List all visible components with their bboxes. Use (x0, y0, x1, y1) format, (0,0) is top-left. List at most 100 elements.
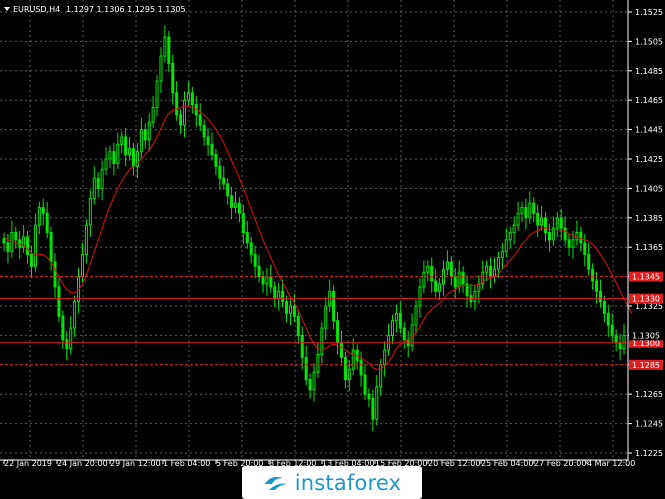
candle-body (571, 239, 575, 248)
candle-body (332, 290, 336, 322)
candle-body (430, 265, 434, 282)
candle-body (230, 195, 234, 209)
candle-body (6, 242, 10, 253)
candle-body (257, 265, 261, 278)
candle-body (398, 312, 402, 329)
candle-body (536, 212, 540, 226)
candle-body (304, 356, 308, 381)
ohlc-values: 1.1297 1.1306 1.1295 1.1305 (66, 5, 186, 14)
candle-body (394, 312, 398, 322)
price-chart[interactable]: 1.1525 1.1505 1.1485 1.1465 1.1445 1.1425 1.14… (0, 0, 665, 499)
y-tick-label: 1.1365 (635, 243, 663, 252)
candle-body (245, 232, 249, 244)
candle-body (547, 232, 551, 241)
y-tick-label: 1.1525 (635, 8, 663, 17)
candle-body (29, 254, 33, 267)
candle-body (438, 283, 442, 292)
candle-body (308, 379, 312, 391)
level-price-label: 1.1285 (632, 361, 660, 370)
candle-body (265, 276, 269, 285)
candle-body (151, 107, 155, 123)
candle-body (218, 165, 222, 179)
candle-body (512, 224, 516, 233)
candle-body (14, 232, 18, 241)
candle-body (555, 217, 559, 229)
candle-body (540, 217, 544, 226)
candle-body (402, 327, 406, 341)
candle-body (49, 232, 53, 263)
candle-body (69, 327, 73, 350)
candle-body (234, 202, 238, 209)
candle-body (273, 286, 277, 300)
candle-body (524, 207, 528, 219)
x-tick-label: 1 Feb 04:00 (163, 459, 210, 468)
candle-body (312, 371, 316, 391)
chart-background (0, 0, 665, 499)
candle-body (598, 290, 602, 303)
candle-body (485, 265, 489, 273)
candle-body (504, 239, 508, 253)
candle-body (116, 143, 120, 164)
candle-body (147, 121, 151, 141)
candle-body (80, 254, 84, 278)
candle-body (92, 177, 96, 200)
candle-body (383, 349, 387, 366)
candle-body (45, 212, 49, 233)
candle-body (618, 342, 622, 350)
candle-body (544, 217, 548, 234)
candle-body (190, 92, 194, 106)
candle-body (563, 227, 567, 241)
candle-body (261, 276, 265, 285)
candle-body (222, 177, 226, 185)
candle-body (100, 168, 104, 189)
x-tick-label: 22 Jan 2019 (4, 459, 52, 468)
candle-body (128, 148, 132, 156)
candle-body (73, 301, 77, 329)
candle-body (347, 368, 351, 380)
x-tick-label: 24 Jan 20:00 (57, 459, 108, 468)
watermark-badge: instaforex (242, 466, 422, 499)
candle-body (253, 254, 257, 267)
candle-body (26, 236, 30, 256)
candle-body (567, 239, 571, 248)
candle-body (559, 217, 563, 229)
candle-body (88, 198, 92, 226)
candle-body (281, 290, 285, 303)
candle-body (591, 268, 595, 282)
candle-body (359, 359, 363, 376)
candle-body (57, 286, 61, 317)
candle-body (112, 151, 116, 164)
y-tick-label: 1.1385 (635, 214, 663, 223)
candle-body (595, 280, 599, 292)
candle-body (477, 283, 481, 292)
candle-body (445, 261, 449, 270)
candle-body (171, 62, 175, 94)
candle-body (124, 136, 128, 156)
candle-body (375, 386, 379, 420)
y-tick-label: 1.1425 (635, 155, 663, 164)
x-tick-label: 4 Mar 12:00 (587, 459, 635, 468)
candle-body (363, 374, 367, 395)
candle-body (41, 207, 45, 214)
candle-body (606, 312, 610, 326)
candle-body (367, 393, 371, 400)
candle-body (324, 305, 328, 329)
candle-body (418, 286, 422, 307)
y-tick-label: 1.1445 (635, 126, 663, 135)
candle-body (496, 256, 500, 270)
candle-body (449, 261, 453, 278)
candle-body (37, 207, 41, 226)
candle-body (622, 334, 626, 350)
candle-body (296, 315, 300, 336)
candle-body (179, 114, 183, 126)
y-tick-label: 1.1245 (635, 420, 663, 429)
candle-body (351, 349, 355, 370)
candle-body (461, 271, 465, 285)
y-tick-label: 1.1465 (635, 96, 663, 105)
candle-body (202, 124, 206, 138)
candle-body (614, 334, 618, 344)
candle-body (610, 324, 614, 336)
candle-body (104, 158, 108, 170)
candle-body (226, 183, 230, 197)
candle-body (587, 254, 591, 270)
